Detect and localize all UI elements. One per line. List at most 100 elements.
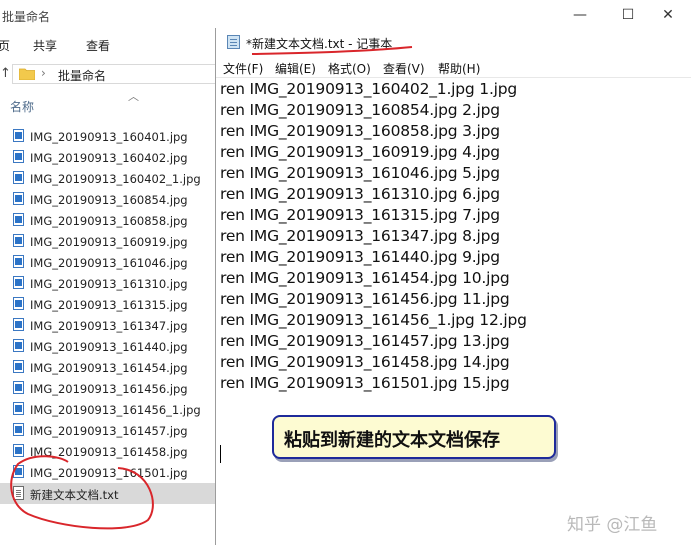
file-name: IMG_20190913_161347.jpg xyxy=(30,319,188,333)
file-name: IMG_20190913_160402_1.jpg xyxy=(30,172,201,186)
callout-text: 粘贴到新建的文本文档保存 xyxy=(284,430,500,451)
image-file-icon xyxy=(13,150,24,163)
file-name: IMG_20190913_161501.jpg xyxy=(30,466,188,480)
menu-file[interactable]: 文件(F) xyxy=(223,60,263,77)
text-line: ren IMG_20190913_161347.jpg 8.jpg xyxy=(220,227,500,245)
image-file-icon xyxy=(13,129,24,142)
address-path: 批量命名 xyxy=(58,69,107,83)
file-row[interactable]: IMG_20190913_161457.jpg xyxy=(0,420,216,441)
file-name: IMG_20190913_160919.jpg xyxy=(30,235,188,249)
image-file-icon xyxy=(13,402,24,415)
explorer-ribbon: 页 共享 查看 xyxy=(0,30,216,56)
text-file-icon xyxy=(13,486,24,500)
explorer-titlebar[interactable]: 批量命名 xyxy=(0,0,216,30)
text-line: ren IMG_20190913_160402_1.jpg 1.jpg xyxy=(220,80,518,98)
image-file-icon xyxy=(13,297,24,310)
file-name: IMG_20190913_161310.jpg xyxy=(30,277,188,291)
text-line: ren IMG_20190913_160858.jpg 3.jpg xyxy=(220,122,500,140)
notepad-title: *新建文本文档.txt - 记事本 xyxy=(246,37,393,51)
up-arrow-icon[interactable]: ↑ xyxy=(0,66,11,81)
file-explorer-window: 批量命名 页 共享 查看 ↑ › 批量命名 ︿ 名称 IMG_20190913_… xyxy=(0,0,216,545)
file-row[interactable]: IMG_20190913_161440.jpg xyxy=(0,336,216,357)
file-row[interactable]: IMG_20190913_161458.jpg xyxy=(0,441,216,462)
text-line: ren IMG_20190913_160854.jpg 2.jpg xyxy=(220,101,500,119)
image-file-icon xyxy=(13,381,24,394)
menu-edit[interactable]: 编辑(E) xyxy=(275,60,316,77)
menu-view[interactable]: 查看(V) xyxy=(383,60,425,77)
file-row[interactable]: IMG_20190913_161046.jpg xyxy=(0,252,216,273)
folder-icon xyxy=(19,68,35,80)
file-row[interactable]: IMG_20190913_161456.jpg xyxy=(0,378,216,399)
image-file-icon xyxy=(13,171,24,184)
notepad-icon xyxy=(227,35,240,49)
file-name: IMG_20190913_161456.jpg xyxy=(30,382,188,396)
file-row[interactable]: IMG_20190913_160854.jpg xyxy=(0,189,216,210)
watermark: 知乎 @江鱼 xyxy=(567,515,658,535)
file-name: 新建文本文档.txt xyxy=(30,488,119,502)
file-row[interactable]: IMG_20190913_160401.jpg xyxy=(0,126,216,147)
text-line: ren IMG_20190913_161458.jpg 14.jpg xyxy=(220,353,510,371)
image-file-icon xyxy=(13,213,24,226)
instruction-callout: 粘贴到新建的文本文档保存 xyxy=(272,415,556,459)
notepad-text-area[interactable]: ren IMG_20190913_160402_1.jpg 1.jpg ren I… xyxy=(216,77,691,546)
image-file-icon xyxy=(13,276,24,289)
minimize-button[interactable]: — xyxy=(557,0,603,30)
notepad-window: *新建文本文档.txt - 记事本 文件(F) 编辑(E) 格式(O) 查看(V… xyxy=(215,28,691,545)
address-bar[interactable]: ↑ › 批量命名 xyxy=(0,62,216,86)
file-row[interactable]: IMG_20190913_161456_1.jpg xyxy=(0,399,216,420)
image-file-icon xyxy=(13,423,24,436)
ribbon-tab-share[interactable]: 共享 xyxy=(33,37,57,54)
file-name: IMG_20190913_161315.jpg xyxy=(30,298,188,312)
file-row[interactable]: IMG_20190913_161501.jpg xyxy=(0,462,216,483)
image-file-icon xyxy=(13,255,24,268)
text-caret xyxy=(220,445,221,463)
file-row[interactable]: IMG_20190913_160919.jpg xyxy=(0,231,216,252)
text-line: ren IMG_20190913_161456.jpg 11.jpg xyxy=(220,290,510,308)
file-name: IMG_20190913_161458.jpg xyxy=(30,445,188,459)
file-name: IMG_20190913_161456_1.jpg xyxy=(30,403,201,417)
text-line: ren IMG_20190913_161046.jpg 5.jpg xyxy=(220,164,500,182)
text-line: ren IMG_20190913_161315.jpg 7.jpg xyxy=(220,206,500,224)
file-row[interactable]: IMG_20190913_161315.jpg xyxy=(0,294,216,315)
file-name: IMG_20190913_161440.jpg xyxy=(30,340,188,354)
explorer-title: 批量命名 xyxy=(2,10,51,24)
sort-caret-icon: ︿ xyxy=(128,90,139,103)
file-name: IMG_20190913_161457.jpg xyxy=(30,424,188,438)
close-button[interactable]: ✕ xyxy=(645,0,691,30)
menu-format[interactable]: 格式(O) xyxy=(328,60,371,77)
image-file-icon xyxy=(13,465,24,478)
file-name: IMG_20190913_161046.jpg xyxy=(30,256,188,270)
ribbon-tab-page[interactable]: 页 xyxy=(0,37,10,54)
text-line: ren IMG_20190913_161454.jpg 10.jpg xyxy=(220,269,510,287)
file-row[interactable]: IMG_20190913_161454.jpg xyxy=(0,357,216,378)
image-file-icon xyxy=(13,318,24,331)
file-name: IMG_20190913_160401.jpg xyxy=(30,130,188,144)
file-name: IMG_20190913_161454.jpg xyxy=(30,361,188,375)
file-row[interactable]: IMG_20190913_160402_1.jpg xyxy=(0,168,216,189)
file-row[interactable]: 新建文本文档.txt xyxy=(0,483,216,504)
address-box[interactable]: › 批量命名 xyxy=(12,64,216,84)
image-file-icon xyxy=(13,234,24,247)
file-name: IMG_20190913_160854.jpg xyxy=(30,193,188,207)
text-line: ren IMG_20190913_161457.jpg 13.jpg xyxy=(220,332,510,350)
image-file-icon xyxy=(13,444,24,457)
text-line: ren IMG_20190913_161501.jpg 15.jpg xyxy=(220,374,510,392)
file-row[interactable]: IMG_20190913_161310.jpg xyxy=(0,273,216,294)
file-row[interactable]: IMG_20190913_160858.jpg xyxy=(0,210,216,231)
text-line: ren IMG_20190913_161440.jpg 9.jpg xyxy=(220,248,500,266)
file-name: IMG_20190913_160402.jpg xyxy=(30,151,188,165)
menu-help[interactable]: 帮助(H) xyxy=(438,60,480,77)
text-line: ren IMG_20190913_161310.jpg 6.jpg xyxy=(220,185,500,203)
text-line: ren IMG_20190913_161456_1.jpg 12.jpg xyxy=(220,311,527,329)
file-row[interactable]: IMG_20190913_160402.jpg xyxy=(0,147,216,168)
file-name: IMG_20190913_160858.jpg xyxy=(30,214,188,228)
image-file-icon xyxy=(13,339,24,352)
chevron-right-icon: › xyxy=(41,66,46,80)
image-file-icon xyxy=(13,192,24,205)
column-header-name[interactable]: 名称 xyxy=(10,98,34,115)
file-row[interactable]: IMG_20190913_161347.jpg xyxy=(0,315,216,336)
image-file-icon xyxy=(13,360,24,373)
text-line: ren IMG_20190913_160919.jpg 4.jpg xyxy=(220,143,500,161)
ribbon-tab-view[interactable]: 查看 xyxy=(86,37,110,54)
notepad-menubar: 文件(F) 编辑(E) 格式(O) 查看(V) 帮助(H) xyxy=(216,57,691,77)
